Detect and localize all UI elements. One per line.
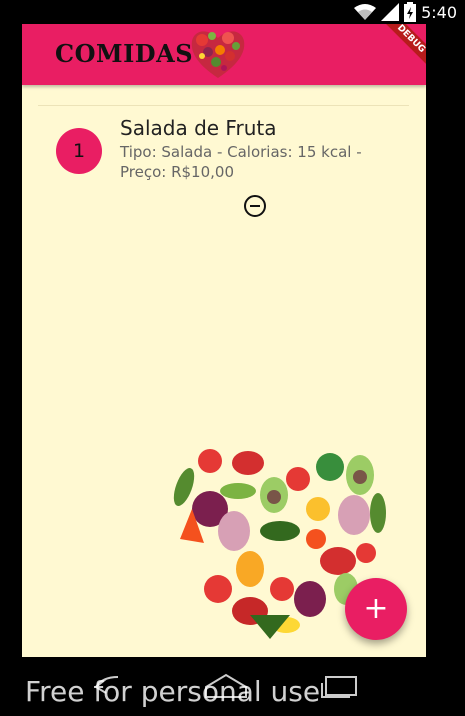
add-food-button[interactable]: + bbox=[345, 578, 407, 640]
wifi-icon bbox=[354, 4, 377, 20]
vegetable-heart-logo bbox=[191, 31, 245, 78]
food-list-item[interactable]: 1 Salada de Fruta Tipo: Salada - Caloria… bbox=[56, 114, 396, 194]
list-divider bbox=[38, 105, 409, 106]
app-screen: COMIDAS DEBUG 1 Salada de Fruta Tipo: Sa… bbox=[22, 24, 426, 657]
debug-banner: DEBUG bbox=[379, 24, 426, 71]
watermark-text: Free for personal use bbox=[25, 675, 321, 708]
app-bar: COMIDAS DEBUG bbox=[22, 24, 426, 85]
recents-icon[interactable] bbox=[320, 675, 358, 699]
status-bar: 5:40 bbox=[0, 0, 465, 24]
app-title: COMIDAS bbox=[55, 39, 194, 68]
add-icon: + bbox=[363, 591, 389, 626]
status-time: 5:40 bbox=[421, 2, 457, 22]
status-icons: 5:40 bbox=[354, 1, 457, 23]
item-index-avatar: 1 bbox=[56, 128, 102, 174]
food-details: Tipo: Salada - Calorias: 15 kcal - Preço… bbox=[120, 143, 362, 181]
food-name: Salada de Fruta bbox=[120, 116, 277, 140]
battery-icon bbox=[404, 2, 417, 22]
remove-circle-icon[interactable] bbox=[244, 195, 266, 217]
signal-icon bbox=[381, 3, 400, 21]
